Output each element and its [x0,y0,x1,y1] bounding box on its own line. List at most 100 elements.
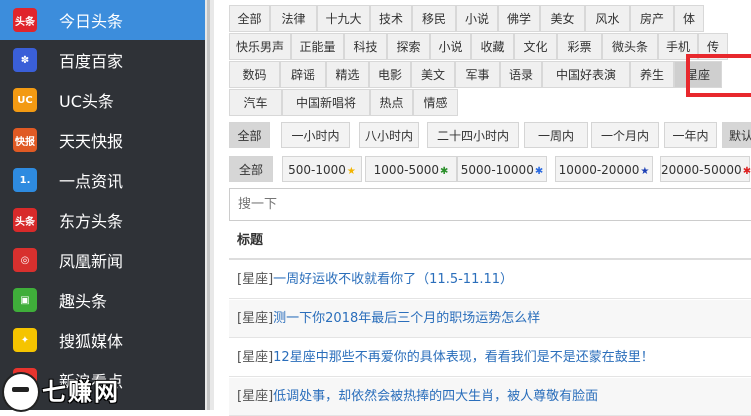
sidebar-item-label: 一点资讯 [59,172,124,191]
category-tag[interactable]: 数码 [229,61,280,88]
star-icon: ★ [346,166,356,177]
category-tag[interactable]: 全部 [229,5,270,32]
category-tag[interactable]: 美文 [411,61,455,88]
search-input[interactable] [229,188,751,221]
read-filter-label: 500-1000 [288,163,346,177]
category-tag[interactable]: 技术 [370,5,412,32]
category-tag[interactable]: 风水 [585,5,630,32]
category-tag[interactable]: 房产 [630,5,674,32]
read-filter-label: 10000-20000 [558,163,640,177]
category-tag[interactable]: 佛学 [498,5,540,32]
sidebar-divider [205,0,214,410]
category-tag[interactable]: 情感 [413,89,458,116]
sidebar-item-label: 百度百家 [59,52,124,71]
sidebar: 头条 今日头条 ✽ 百度百家 UC UC头条 快报 天天快报 1. 一点资讯 头条 东方头条 ◎ 凤凰新闻… [0,0,205,410]
time-filter[interactable]: 全部 [229,122,270,148]
sidebar-item[interactable]: 头条 今日头条 [0,0,205,40]
uc-squirrel-icon: UC [13,88,37,112]
time-filter[interactable]: 一小时内 [281,122,350,148]
category-tag[interactable]: 科技 [344,33,387,60]
category-tag[interactable]: 精选 [326,61,369,88]
category-tag[interactable]: 探索 [387,33,430,60]
category-tag[interactable]: 正能量 [291,33,344,60]
category-tag[interactable]: 彩票 [557,33,602,60]
category-tag[interactable]: 养生 [630,61,674,88]
category-tag[interactable]: 中国新唱将 [282,89,370,116]
category-tag[interactable]: 热点 [370,89,413,116]
sidebar-item[interactable]: UC UC头条 [0,80,205,120]
category-tag[interactable]: 收藏 [471,33,514,60]
read-filter-label: 1000-5000 [373,163,440,177]
read-filter[interactable]: 5000-10000✱ [457,156,547,182]
dongfang-icon: 头条 [13,208,37,232]
time-filter[interactable]: 一周内 [524,122,588,148]
time-filter[interactable]: 默认 [722,122,751,148]
table-row: [星座]测一下你2018年最后三个月的职场运势怎么样 [229,300,751,338]
category-tag[interactable]: 军事 [455,61,500,88]
category-tag[interactable]: 体 [674,5,704,32]
watermark-face-icon [2,372,40,412]
star-icon: ✱ [742,166,751,177]
baidu-paw-icon: ✽ [13,48,37,72]
star-icon: ★ [640,166,650,177]
sidebar-item[interactable]: ✦ 搜狐媒体 [0,320,205,360]
row-category: [星座] [237,272,274,287]
sidebar-item[interactable]: ◎ 凤凰新闻 [0,240,205,280]
kuaibao-icon: 快报 [13,128,37,152]
qutoutiao-icon: ▣ [13,288,37,312]
article-link[interactable]: 测一下你2018年最后三个月的职场运势怎么样 [273,311,540,326]
watermark: 七赚网 [0,370,205,412]
sidebar-item-label: UC头条 [59,92,114,111]
highlight-box [686,54,751,97]
scrollbar[interactable] [207,0,210,410]
table-row: [星座]一周好运收不收就看你了（11.5-11.11） [229,261,751,299]
article-link[interactable]: 一周好运收不收就看你了（11.5-11.11） [273,272,513,287]
category-tag[interactable]: 快乐男声 [229,33,291,60]
category-tag[interactable]: 小说 [456,5,498,32]
star-icon: ✱ [440,166,449,177]
category-tag[interactable]: 电影 [369,61,411,88]
table-header-title: 标题 [229,226,751,260]
category-tag[interactable]: 辟谣 [280,61,326,88]
sidebar-item-label: 趣头条 [59,292,108,311]
sidebar-item-label: 今日头条 [59,12,124,31]
sidebar-item[interactable]: ✽ 百度百家 [0,40,205,80]
time-filter[interactable]: 一年内 [664,122,717,148]
sidebar-item[interactable]: 头条 东方头条 [0,200,205,240]
toutiao-icon: 头条 [13,8,37,32]
time-filter[interactable]: 一个月内 [591,122,659,148]
sidebar-item-label: 凤凰新闻 [59,252,124,271]
read-filter[interactable]: 500-1000★ [282,156,362,182]
category-tag[interactable]: 美女 [540,5,585,32]
ifeng-icon: ◎ [13,248,37,272]
read-filter[interactable]: 10000-20000★ [555,156,653,182]
time-filter[interactable]: 八小时内 [359,122,419,148]
sidebar-item[interactable]: 1. 一点资讯 [0,160,205,200]
read-filter-label: 20000-50000 [661,163,742,177]
sohu-icon: ✦ [13,328,37,352]
read-filter[interactable]: 全部 [229,156,273,182]
category-tag[interactable]: 中国好表演 [542,61,630,88]
category-tag[interactable]: 法律 [270,5,317,32]
row-category: [星座] [237,389,274,404]
watermark-text: 七赚网 [42,377,120,406]
category-tag[interactable]: 文化 [514,33,557,60]
category-tag[interactable]: 小说 [430,33,471,60]
category-tag[interactable]: 十九大 [317,5,370,32]
read-filter[interactable]: 1000-5000✱ [365,156,457,182]
category-tag[interactable]: 移民 [412,5,456,32]
article-link[interactable]: 12星座中那些不再爱你的具体表现，看看我们是不是还蒙在鼓里！ [273,350,654,365]
read-filter[interactable]: 20000-50000✱ [660,156,751,182]
read-filter-label: 5000-10000 [460,163,534,177]
category-tag[interactable]: 语录 [500,61,542,88]
sidebar-item-label: 搜狐媒体 [59,332,124,351]
yidian-icon: 1. [13,168,37,192]
article-link[interactable]: 低调处事，却依然会被热捧的四大生肖，被人尊敬有脸面 [273,389,598,404]
row-category: [星座] [237,350,274,365]
sidebar-item[interactable]: ▣ 趣头条 [0,280,205,320]
category-tag[interactable]: 汽车 [229,89,282,116]
sidebar-item[interactable]: 快报 天天快报 [0,120,205,160]
category-tag[interactable]: 微头条 [602,33,658,60]
time-filter[interactable]: 二十四小时内 [427,122,519,148]
sidebar-item-label: 东方头条 [59,212,124,231]
